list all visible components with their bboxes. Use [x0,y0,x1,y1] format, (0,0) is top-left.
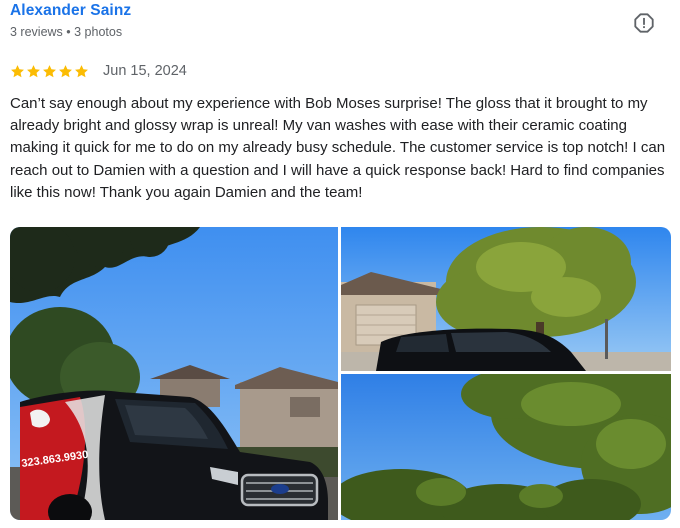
report-review-button[interactable] [632,11,656,35]
star-icon [43,64,56,77]
review-date: Jun 15, 2024 [103,63,187,79]
photo-van-front[interactable]: 323.863.9930 [10,227,338,520]
van-front-image: 323.863.9930 [10,227,338,520]
rating-row: Jun 15, 2024 [10,61,187,81]
star-icon [75,64,88,77]
star-icon [11,64,24,77]
star-icon [59,64,72,77]
star-icon [27,64,40,77]
report-icon [634,13,654,33]
tree-sky-image [341,374,671,520]
star-rating [10,64,89,79]
photo-tree-sky[interactable] [341,374,671,520]
van-side-image [341,227,671,371]
reviewer-name-link[interactable]: Alexander Sainz [10,2,131,20]
photo-van-side-tree[interactable] [341,227,671,371]
review-text: Can’t say enough about my experience wit… [10,95,666,201]
reviewer-meta: 3 reviews • 3 photos [10,25,123,39]
